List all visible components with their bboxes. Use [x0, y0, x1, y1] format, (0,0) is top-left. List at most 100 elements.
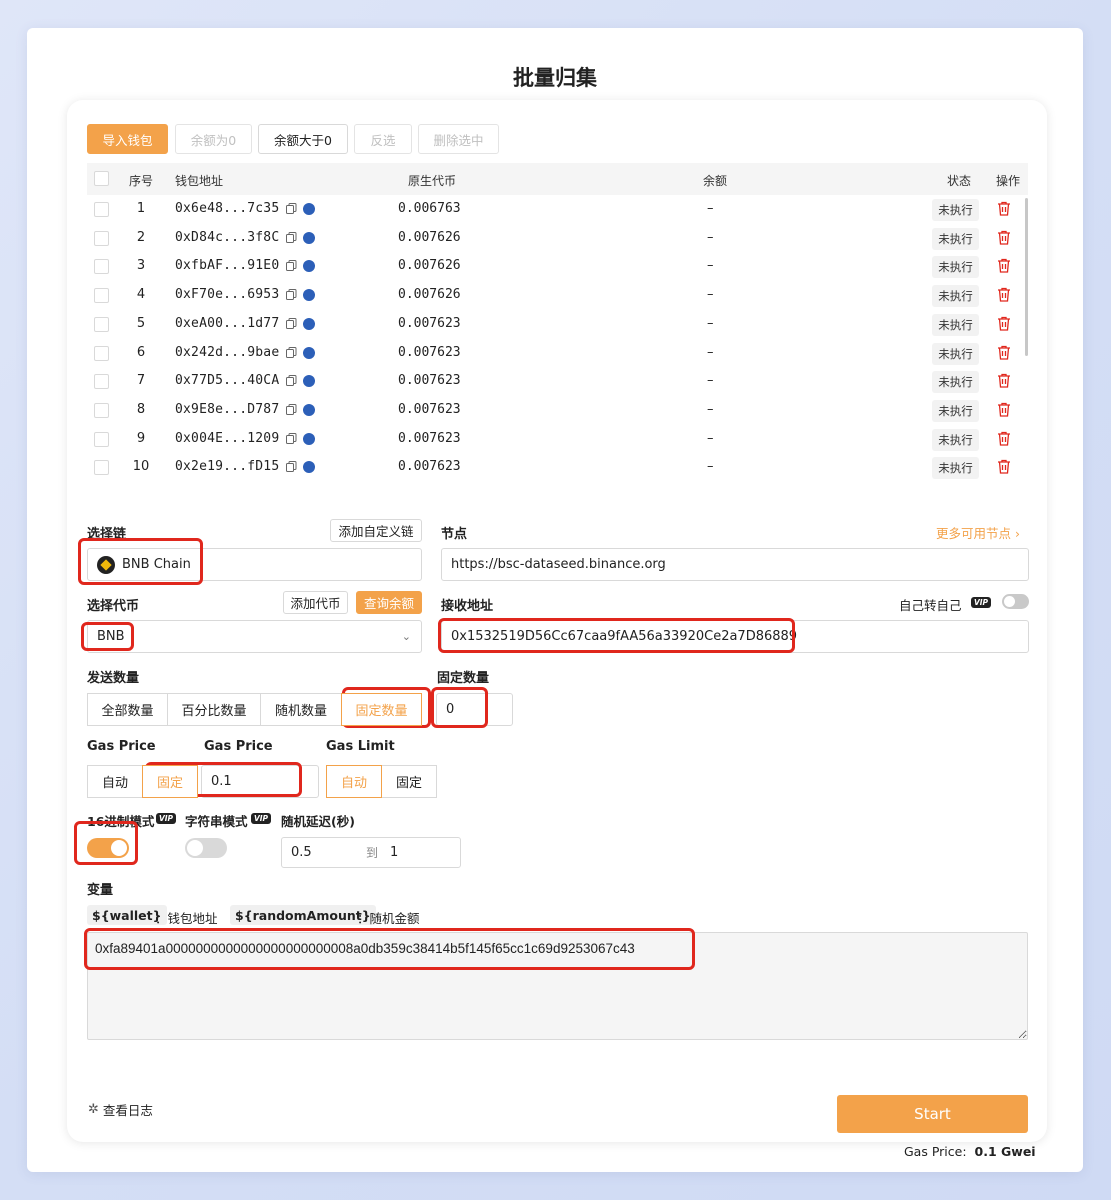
trash-icon[interactable] [997, 373, 1011, 388]
copy-icon[interactable] [286, 346, 297, 358]
copy-icon[interactable] [286, 375, 297, 387]
row-status: 未执行 [932, 428, 979, 451]
explorer-icon[interactable] [303, 461, 315, 474]
explorer-icon[interactable] [303, 317, 315, 330]
send-amount-option-2[interactable]: 随机数量 [260, 693, 342, 726]
table-row[interactable]: 7 0x77D5...40CA 0.007623 – 未执行 [87, 367, 1028, 396]
trash-icon[interactable] [997, 258, 1011, 274]
delay-to[interactable]: 1 [390, 845, 398, 860]
row-checkbox[interactable] [94, 460, 109, 476]
token-select[interactable]: BNB ⌄ [87, 620, 422, 653]
view-log-link[interactable]: ✲ 查看日志 [88, 1100, 153, 1119]
gas-limit-option-1[interactable]: 固定 [381, 765, 437, 798]
explorer-icon[interactable] [303, 375, 315, 388]
node-input[interactable]: https://bsc-dataseed.binance.org [441, 548, 1029, 581]
row-address: 0x6e48...7c35 [175, 201, 280, 216]
explorer-icon[interactable] [303, 260, 315, 273]
add-token-button[interactable]: 添加代币 [283, 591, 348, 614]
bug-icon: ✲ [88, 1102, 99, 1117]
row-checkbox[interactable] [94, 230, 109, 246]
select-all-checkbox[interactable] [94, 171, 109, 186]
invert-select-button[interactable]: 反选 [354, 124, 412, 154]
receive-highlight [438, 618, 795, 653]
variables-label: 变量 [87, 883, 114, 898]
vip-badge: VIP [971, 597, 991, 608]
table-row[interactable]: 8 0x9E8e...D787 0.007623 – 未执行 [87, 396, 1028, 425]
row-checkbox[interactable] [94, 316, 109, 332]
table-row[interactable]: 10 0x2e19...fD15 0.007623 – 未执行 [87, 453, 1028, 482]
copy-icon[interactable] [286, 260, 297, 272]
explorer-icon[interactable] [303, 289, 315, 302]
more-nodes-link[interactable]: 更多可用节点 › [936, 523, 1020, 542]
trash-icon[interactable] [997, 316, 1011, 331]
balance-gt-zero-button[interactable]: 余额大于0 [258, 124, 348, 154]
table-row[interactable]: 3 0xfbAF...91E0 0.007626 – 未执行 [87, 252, 1028, 281]
table-row[interactable]: 6 0x242d...9bae 0.007623 – 未执行 [87, 339, 1028, 368]
chevron-down-icon: ⌄ [401, 630, 411, 643]
table-row[interactable]: 9 0x004E...1209 0.007623 – 未执行 [87, 425, 1028, 454]
send-amount-option-3[interactable]: 固定数量 [341, 693, 422, 726]
row-native: 0.007626 [398, 229, 461, 245]
send-amount-option-0[interactable]: 全部数量 [87, 693, 168, 726]
row-native: 0.007623 [398, 459, 461, 475]
delete-selected-button[interactable]: 删除选中 [418, 124, 499, 154]
amount-variable-tag[interactable]: ${randomAmount} [230, 905, 376, 925]
copy-icon[interactable] [286, 403, 297, 415]
explorer-icon[interactable] [303, 346, 315, 359]
copy-icon[interactable] [286, 317, 297, 329]
row-native: 0.007623 [398, 430, 461, 446]
explorer-icon[interactable] [303, 403, 315, 416]
self-transfer-toggle[interactable] [1002, 594, 1029, 609]
row-checkbox[interactable] [94, 345, 109, 361]
row-balance: – [707, 344, 714, 360]
trash-icon[interactable] [997, 402, 1011, 417]
table-row[interactable]: 2 0xD84c...3f8C 0.007626 – 未执行 [87, 224, 1028, 253]
table-row[interactable]: 5 0xeA00...1d77 0.007623 – 未执行 [87, 310, 1028, 339]
table-row[interactable]: 4 0xF70e...6953 0.007626 – 未执行 [87, 281, 1028, 310]
explorer-icon[interactable] [303, 231, 315, 244]
row-status: 未执行 [932, 457, 979, 480]
query-balance-button[interactable]: 查询余额 [356, 591, 422, 614]
row-checkbox[interactable] [94, 402, 109, 418]
trash-icon[interactable] [997, 201, 1011, 216]
fixed-amount-highlight [431, 687, 488, 728]
row-address: 0x004E...1209 [175, 430, 280, 446]
gas-price-mode-option-0[interactable]: 自动 [87, 765, 143, 798]
copy-icon[interactable] [286, 203, 297, 214]
data-input-highlight [84, 928, 695, 970]
copy-icon[interactable] [286, 231, 297, 243]
send-amount-option-1[interactable]: 百分比数量 [167, 693, 261, 726]
delay-from[interactable]: 0.5 [291, 845, 312, 860]
start-button[interactable]: Start [837, 1095, 1028, 1133]
trash-icon[interactable] [997, 431, 1011, 446]
row-checkbox[interactable] [94, 431, 109, 447]
string-mode-toggle[interactable] [185, 838, 227, 858]
row-balance: – [707, 258, 714, 274]
explorer-icon[interactable] [303, 203, 315, 215]
row-status: 未执行 [932, 199, 979, 221]
explorer-icon[interactable] [303, 432, 315, 445]
row-checkbox[interactable] [94, 202, 109, 217]
gas-limit-option-0[interactable]: 自动 [326, 765, 382, 798]
trash-icon[interactable] [997, 287, 1011, 302]
delay-to-label: 到 [366, 846, 379, 860]
gas-price-footer: Gas Price: 0.1 Gwei [904, 1144, 1036, 1159]
table-row[interactable]: 1 0x6e48...7c35 0.006763 – 未执行 [87, 195, 1028, 224]
copy-icon[interactable] [286, 461, 297, 473]
balance-zero-button[interactable]: 余额为0 [175, 124, 252, 154]
copy-icon[interactable] [286, 432, 297, 444]
trash-icon[interactable] [997, 459, 1011, 474]
import-wallet-button[interactable]: 导入钱包 [87, 124, 168, 154]
row-checkbox[interactable] [94, 259, 109, 275]
copy-icon[interactable] [286, 289, 297, 301]
trash-icon[interactable] [997, 345, 1011, 360]
row-checkbox[interactable] [94, 288, 109, 304]
add-custom-chain-button[interactable]: 添加自定义链 [330, 519, 422, 542]
row-address: 0x2e19...fD15 [175, 459, 280, 475]
delay-range[interactable]: 0.5 到 1 [281, 837, 461, 868]
row-checkbox[interactable] [94, 374, 109, 390]
trash-icon[interactable] [997, 230, 1011, 245]
app-window: 批量归集 导入钱包 余额为0 余额大于0 反选 删除选中 序号 钱包地址 原生代… [27, 28, 1083, 1172]
table-scrollbar[interactable] [1025, 198, 1028, 356]
gas-price-mode-option-1[interactable]: 固定 [142, 765, 198, 798]
